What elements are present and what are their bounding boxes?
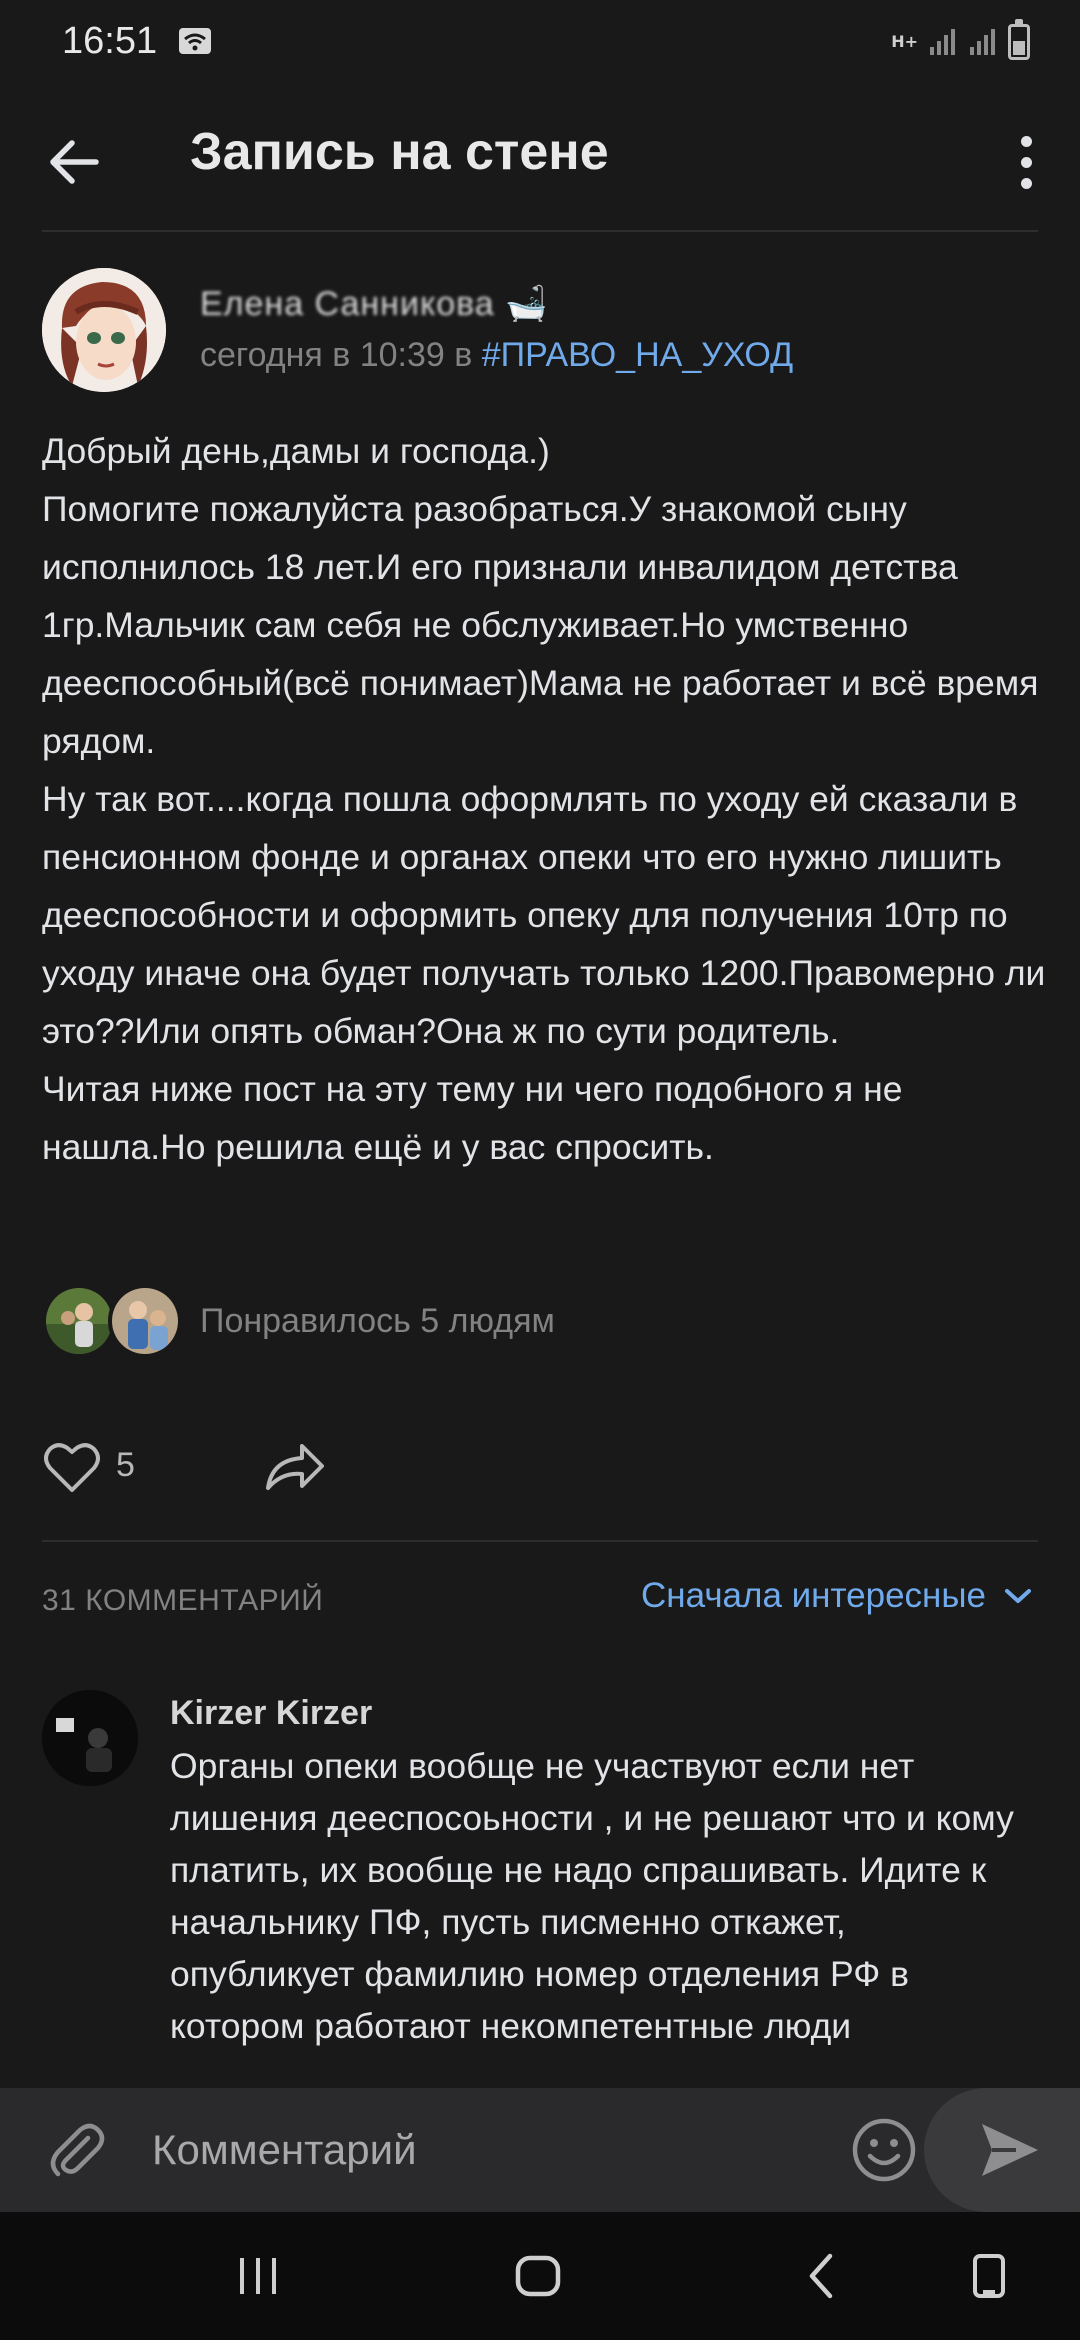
liker-avatar <box>42 1284 116 1358</box>
screen: 16:51 H+ Запись на стене Елена Санникова… <box>0 0 1080 2340</box>
home-icon[interactable] <box>514 2254 562 2298</box>
liked-by-text[interactable]: Понравилось 5 людям <box>200 1302 555 1341</box>
system-nav-bar <box>0 2212 1080 2340</box>
status-bar: 16:51 H+ <box>0 0 1080 86</box>
post-author-name[interactable]: Елена Санникова 🛁 <box>200 284 549 324</box>
like-count: 5 <box>116 1446 135 1484</box>
heart-icon[interactable] <box>42 1440 102 1494</box>
liker-avatar <box>108 1284 182 1358</box>
comment-composer <box>0 2088 1080 2212</box>
arrow-left-icon[interactable] <box>40 128 108 196</box>
actions-divider <box>42 1540 1038 1542</box>
status-time: 16:51 <box>62 20 158 62</box>
more-vertical-icon[interactable] <box>1002 126 1050 198</box>
header-divider <box>42 230 1038 232</box>
post-paragraph: Читая ниже пост на эту тему ни чего подо… <box>42 1069 913 1167</box>
keyboard-toggle-icon[interactable] <box>970 2252 1008 2302</box>
bath-emoji: 🛁 <box>505 285 549 323</box>
battery-icon <box>1008 19 1030 60</box>
post-paragraph: Помогите пожалуйста разобраться.У знаком… <box>42 489 1049 761</box>
author-name-text: Елена Санникова <box>200 285 495 323</box>
post-meta: сегодня в 10:39 в #ПРАВО_НА_УХОД <box>200 336 793 375</box>
page-title: Запись на стене <box>190 123 609 181</box>
status-icons: H+ <box>891 19 1030 62</box>
send-icon <box>982 2124 1038 2176</box>
sort-label: Сначала интересные <box>641 1576 986 1615</box>
chevron-down-icon <box>1005 1589 1031 1603</box>
post-date: сегодня в 10:39 в <box>200 336 482 374</box>
comments-count: 31 КОММЕНТАРИЙ <box>42 1584 324 1617</box>
send-button[interactable] <box>924 2088 1080 2212</box>
post-body: Добрый день,дамы и господа.) Помогите по… <box>42 422 1052 1176</box>
comments-sort-dropdown[interactable]: Сначала интересные <box>641 1576 1032 1616</box>
post-hashtag[interactable]: #ПРАВО_НА_УХОД <box>482 336 793 374</box>
post-paragraph: Добрый день,дамы и господа.) <box>42 431 550 471</box>
network-type: H+ <box>891 32 918 51</box>
recent-apps-icon[interactable] <box>236 2256 280 2296</box>
paperclip-icon[interactable] <box>44 2118 108 2182</box>
smile-icon[interactable] <box>850 2116 918 2184</box>
comment-author-name[interactable]: Kirzer Kirzer <box>170 1694 372 1733</box>
author-avatar[interactable] <box>42 268 166 392</box>
comment-input[interactable] <box>152 2118 812 2182</box>
nav-back-icon[interactable] <box>804 2252 838 2300</box>
comment-author-avatar[interactable] <box>42 1690 138 1786</box>
signal-icon <box>970 29 995 55</box>
share-icon[interactable] <box>262 1436 328 1496</box>
wifi-icon <box>179 28 211 54</box>
post-paragraph: Ну так вот....когда пошла оформлять по у… <box>42 779 1056 1051</box>
signal-icon <box>930 29 955 55</box>
likers-avatars[interactable] <box>42 1284 182 1358</box>
comment-text: Органы опеки вообще не участвуют если не… <box>170 1746 1014 2046</box>
app-header: Запись на стене <box>0 96 1080 228</box>
